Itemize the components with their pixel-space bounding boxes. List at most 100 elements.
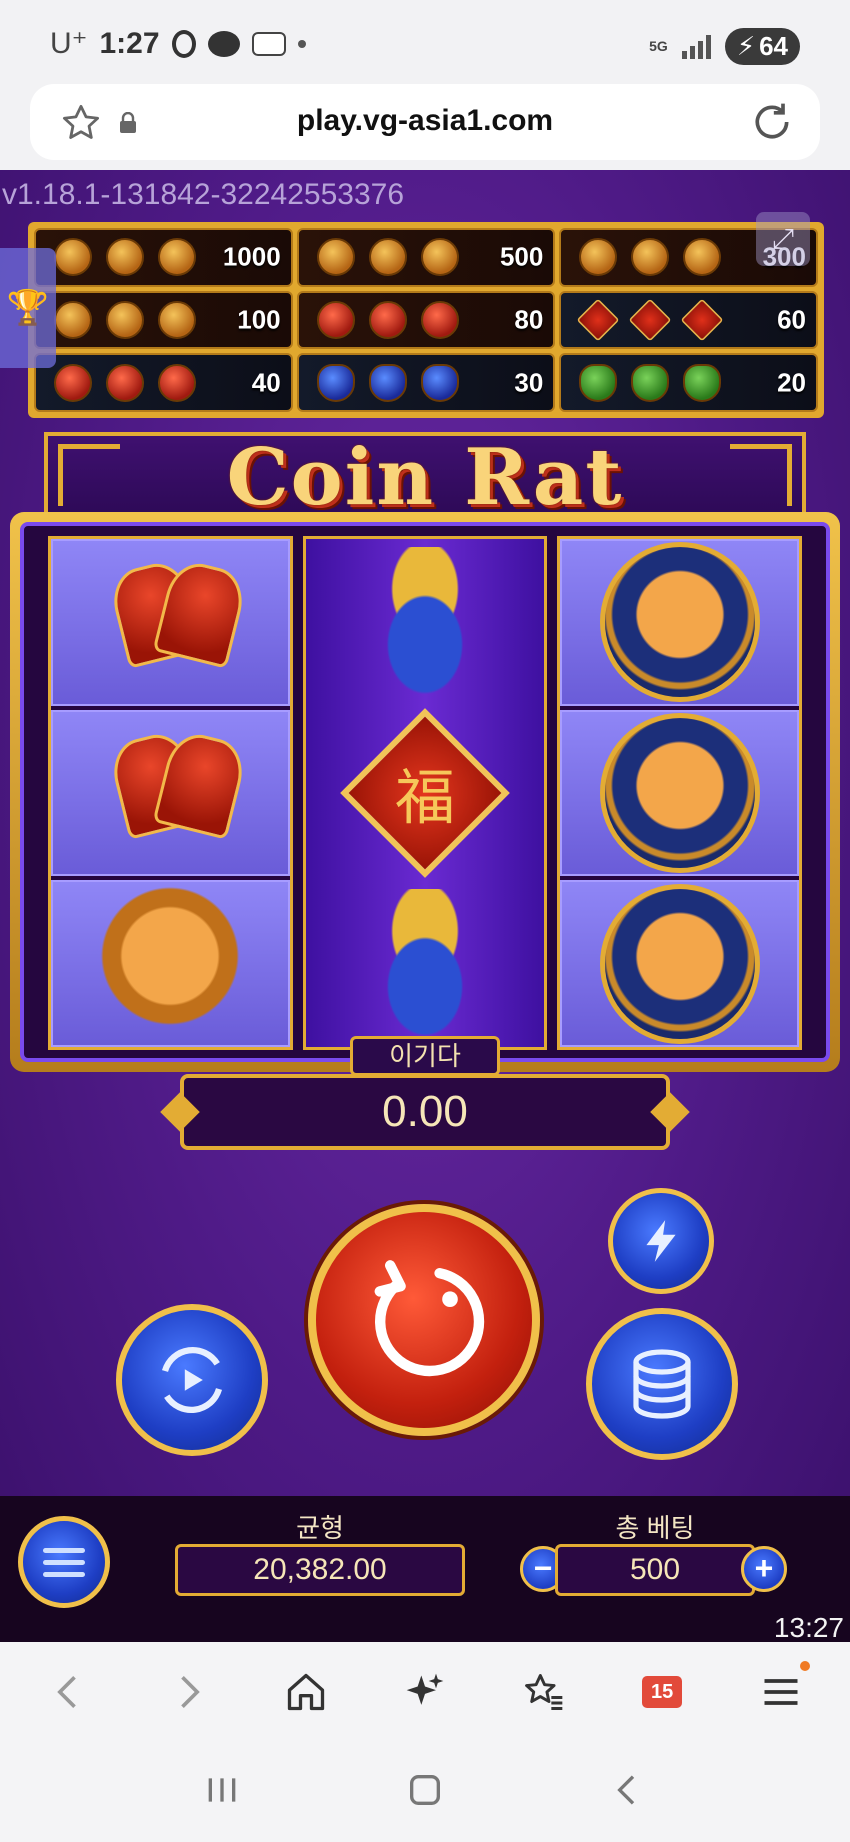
pay-value: 500 [499,241,544,272]
reel-cell [560,539,800,706]
notification-dot [799,1661,810,1671]
pay-cell-green-bag: 20 [559,353,818,412]
pay-cell-blue-bag: 30 [296,353,556,412]
pay-cell-gold-coin: 100 [34,290,293,350]
total-bet-label: 총 베팅 [615,1513,695,1543]
pay-value: 1000 [222,241,281,272]
talk-icon [207,30,240,57]
ai-assistant-button[interactable] [400,1667,450,1717]
reel-cell [51,539,290,706]
chevron-right-icon [181,1676,200,1708]
fu-diamond-icon [576,298,620,342]
rat-coin-icon [599,542,760,703]
home-button[interactable] [281,1667,331,1717]
pay-value: 20 [777,367,806,398]
browser-menu-button[interactable] [756,1661,810,1717]
coin-app-icon [251,31,286,56]
fu-diamond-icon [680,298,724,342]
reel-2: 福 [302,536,548,1050]
browser-toolbar: play.vg-asia1.com [0,84,850,170]
network-type: 5G [649,38,668,54]
gold-coin-icon [106,300,144,339]
balance-label: 균형 [296,1513,344,1543]
rat-coin-icon [316,238,355,277]
rat-coin-icon [631,238,670,277]
home-icon [288,1673,325,1711]
trophy-button[interactable]: 🏆 [0,248,56,368]
win-label: 이기다 [350,1036,500,1076]
recents-button[interactable] [202,1770,242,1815]
bells-icon [420,300,459,339]
rat-coin-icon [579,238,618,277]
bet-coins-button[interactable] [586,1308,738,1460]
forward-button[interactable] [163,1667,213,1717]
expand-icon: ⤢ [771,222,795,254]
game-menu-button[interactable] [18,1516,110,1608]
tabs-button[interactable]: 15 [637,1667,687,1717]
blue-bag-icon [350,547,500,698]
bells-icon [95,718,245,868]
back-chevron-icon [617,1774,635,1805]
blue-bag-icon [420,363,459,402]
red-bag-icon [54,363,92,402]
autoplay-icon [161,1347,223,1413]
reel-cell [560,709,800,877]
spin-button[interactable] [308,1204,540,1436]
win-amount: 0.00 [180,1074,670,1150]
paytable: 1000 500 300 100 80 60 40 30 20 [28,222,824,418]
pay-cell-rat-coin: 500 [296,228,556,287]
home-system-button[interactable] [405,1770,445,1815]
pay-cell-wild-rat: 1000 [34,228,293,287]
carrier-label: U⁺ [50,27,88,60]
back-system-button[interactable] [608,1770,648,1815]
blue-bag-icon [368,363,407,402]
wild-rat-icon [106,238,144,277]
game-canvas[interactable]: v1.18.1-131842-32242553376 1000 500 300 … [0,170,850,1642]
reel-cell [306,539,545,706]
status-bar: U⁺ 1:27 5G ⚡ 64 [0,0,850,84]
bells-icon [95,547,245,697]
star-list-icon [524,1674,562,1710]
bolt-icon: ⚡ [736,31,756,61]
home-square-icon [409,1774,440,1805]
signal-icon [681,34,711,59]
pay-value: 40 [251,367,281,398]
red-bag-icon [106,363,144,402]
rat-coin-icon [599,883,760,1044]
autoplay-button[interactable] [116,1304,268,1456]
reel-frame: 福 [10,512,840,1072]
increase-bet-button[interactable]: + [741,1546,787,1592]
gold-coin-icon [54,300,92,339]
reel-cell [51,709,290,877]
reel-3 [557,536,803,1050]
game-bottom-bar: 균형 20,382.00 총 베팅 − 500 + 13:27 [0,1496,850,1642]
gold-coin-icon [158,300,196,339]
blue-bag-icon [350,888,500,1039]
pay-value: 100 [237,304,281,335]
bookmarks-button[interactable] [519,1667,569,1717]
tab-count-badge: 15 [642,1676,683,1708]
reload-icon[interactable] [750,100,794,144]
bells-icon [316,300,355,339]
green-bag-icon [683,363,722,402]
url-bar[interactable]: play.vg-asia1.com [30,84,820,160]
sparkle-icon [406,1673,444,1705]
url-text: play.vg-asia1.com [296,104,554,137]
wild-rat-icon [54,238,92,277]
reel-cell [560,880,800,1048]
pay-value: 80 [514,304,544,335]
trophy-icon: 🏆 [6,289,50,327]
red-bag-icon [158,363,196,402]
green-bag-icon [579,363,618,402]
bells-icon [368,300,407,339]
pay-cell-red-bag: 40 [34,353,293,412]
reel-area: 福 [20,522,830,1062]
turbo-button[interactable] [608,1188,714,1294]
green-bag-icon [631,363,670,402]
reel-cell [51,880,290,1048]
balance-value: 20,382.00 [175,1544,465,1596]
back-button[interactable] [44,1667,94,1717]
pay-value: 60 [777,304,806,335]
fullscreen-button[interactable]: ⤢ [756,212,810,266]
pay-cell-bells: 80 [296,290,556,350]
